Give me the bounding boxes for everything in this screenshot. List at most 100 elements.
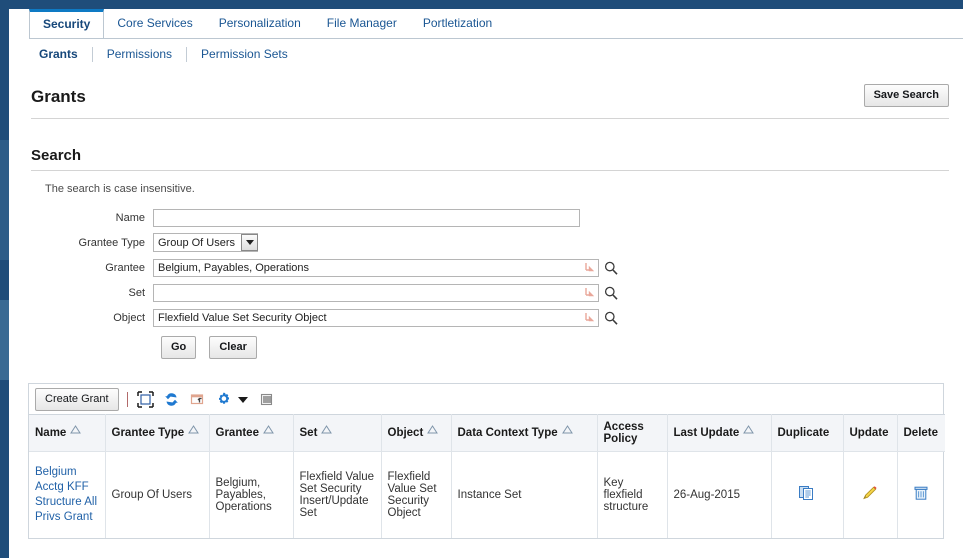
sort-ascending-icon[interactable] <box>263 425 274 436</box>
cell-access-policy: Key flexfield structure <box>597 451 668 538</box>
column-header-name[interactable]: Name <box>29 414 106 452</box>
primary-tabbar: Security Core Services Personalization File… <box>29 9 963 39</box>
column-header-grantee-type-label: Grantee Type <box>111 427 185 439</box>
field-row-grantee: Grantee <box>9 255 963 280</box>
cell-data-context-type: Instance Set <box>451 451 598 538</box>
grantee-input[interactable] <box>153 258 599 277</box>
toolbar-divider <box>126 391 128 407</box>
column-header-grantee[interactable]: Grantee <box>209 414 294 452</box>
column-header-data-context-type[interactable]: Data Context Type <box>451 414 598 452</box>
trash-icon[interactable] <box>912 484 930 502</box>
search-section-divider <box>31 170 949 171</box>
sort-ascending-icon[interactable] <box>70 425 82 436</box>
search-hint: The search is case insensitive. <box>45 183 195 195</box>
column-header-delete: Delete <box>897 414 945 452</box>
header-divider <box>31 118 949 119</box>
left-rail-segment-lower <box>0 300 9 380</box>
sub-tabbar: Grants Permissions Permission Sets <box>31 39 963 70</box>
sort-ascending-icon[interactable] <box>743 425 755 436</box>
subtab-grants[interactable]: Grants <box>31 44 92 64</box>
subtab-permissions[interactable]: Permissions <box>93 44 186 64</box>
tab-security-label: Security <box>43 17 91 31</box>
column-header-set[interactable]: Set <box>293 414 382 452</box>
tab-core-services[interactable]: Core Services <box>104 9 205 37</box>
column-header-last-update-label: Last Update <box>673 427 740 439</box>
cell-object: Flexfield Value Set Security Object <box>381 451 452 538</box>
gear-icon[interactable] <box>214 389 234 409</box>
sort-ascending-icon[interactable] <box>427 425 439 436</box>
columns-icon[interactable] <box>257 389 277 409</box>
detach-icon[interactable] <box>136 389 156 409</box>
object-label: Object <box>113 311 145 324</box>
column-header-data-context-type-label: Data Context Type <box>457 427 558 439</box>
chevron-down-icon[interactable] <box>237 397 248 403</box>
subtab-permissions-label: Permissions <box>106 47 173 61</box>
chevron-down-icon[interactable] <box>241 234 259 251</box>
left-rail <box>0 0 9 558</box>
search-section-title: Search <box>31 147 82 164</box>
column-header-duplicate: Duplicate <box>771 414 844 452</box>
cell-name: Belgium Acctg KFF Structure All Privs Gr… <box>29 451 106 538</box>
results-toolbar: Create Grant <box>29 384 943 414</box>
cell-set: Flexfield Value Set Security Insert/Upda… <box>293 451 382 538</box>
object-search-icon[interactable] <box>603 310 619 326</box>
table-header-row: Name Grantee Type Grantee Set Object Dat… <box>29 414 945 452</box>
column-header-object-label: Object <box>387 427 424 439</box>
set-label: Set <box>128 286 145 299</box>
column-header-last-update[interactable]: Last Update <box>667 414 772 452</box>
tab-personalization-label: Personalization <box>218 16 301 30</box>
tab-file-manager[interactable]: File Manager <box>314 9 410 37</box>
pencil-icon[interactable] <box>861 484 879 502</box>
cell-last-update: 26-Aug-2015 <box>667 451 772 538</box>
subtab-permission-sets[interactable]: Permission Sets <box>187 44 302 64</box>
tab-portletization[interactable]: Portletization <box>410 9 505 37</box>
sort-ascending-icon[interactable] <box>561 425 573 436</box>
grants-table: Name Grantee Type Grantee Set Object Dat… <box>29 414 945 538</box>
subtab-permission-sets-label: Permission Sets <box>201 47 288 61</box>
name-label: Name <box>115 211 145 224</box>
search-form: Name Grantee Type Group Of Users Grantee <box>9 205 963 359</box>
column-header-grantee-type[interactable]: Grantee Type <box>105 414 210 452</box>
duplicate-icon[interactable] <box>798 484 816 502</box>
column-header-update-label: Update <box>849 427 889 439</box>
column-header-access-policy-label: Access Policy <box>603 421 644 445</box>
sort-ascending-icon[interactable] <box>188 425 200 436</box>
export-icon[interactable] <box>188 389 208 409</box>
cell-delete <box>897 451 945 538</box>
save-search-button[interactable]: Save Search <box>863 84 949 107</box>
column-header-delete-label: Delete <box>903 427 939 439</box>
object-input[interactable] <box>153 308 599 327</box>
top-navy-band <box>9 0 963 9</box>
set-search-icon[interactable] <box>603 285 619 301</box>
set-input[interactable] <box>153 283 599 302</box>
tab-security[interactable]: Security <box>29 9 105 38</box>
tab-personalization[interactable]: Personalization <box>206 9 314 37</box>
field-row-name: Name <box>9 205 963 230</box>
grantee-type-label: Grantee Type <box>78 236 145 249</box>
go-button[interactable]: Go <box>161 336 197 359</box>
grantee-type-value: Group Of Users <box>158 236 236 249</box>
refresh-icon[interactable] <box>162 389 182 409</box>
tab-file-manager-label: File Manager <box>326 16 397 30</box>
tab-core-services-label: Core Services <box>117 16 193 30</box>
field-row-grantee-type: Grantee Type Group Of Users <box>9 230 963 255</box>
name-input[interactable] <box>153 208 580 227</box>
grantee-label: Grantee <box>105 261 145 274</box>
tab-portletization-label: Portletization <box>422 16 493 30</box>
grant-name-link[interactable]: Belgium Acctg KFF Structure All Privs Gr… <box>35 465 99 525</box>
column-header-name-label: Name <box>35 427 67 439</box>
field-row-object: Object <box>9 305 963 330</box>
table-row: Belgium Acctg KFF Structure All Privs Gr… <box>29 451 945 538</box>
search-actions: Go Clear <box>9 336 963 359</box>
page-canvas: Security Core Services Personalization File… <box>9 9 963 558</box>
create-grant-button[interactable]: Create Grant <box>35 387 119 411</box>
left-rail-segment-upper <box>0 140 9 260</box>
sort-ascending-icon[interactable] <box>321 425 333 436</box>
column-header-access-policy: Access Policy <box>597 414 668 452</box>
cell-update <box>843 451 898 538</box>
column-header-object[interactable]: Object <box>381 414 452 452</box>
grantee-search-icon[interactable] <box>603 260 619 276</box>
grantee-type-select[interactable]: Group Of Users <box>153 233 259 252</box>
clear-button[interactable]: Clear <box>209 336 257 359</box>
field-row-set: Set <box>9 280 963 305</box>
